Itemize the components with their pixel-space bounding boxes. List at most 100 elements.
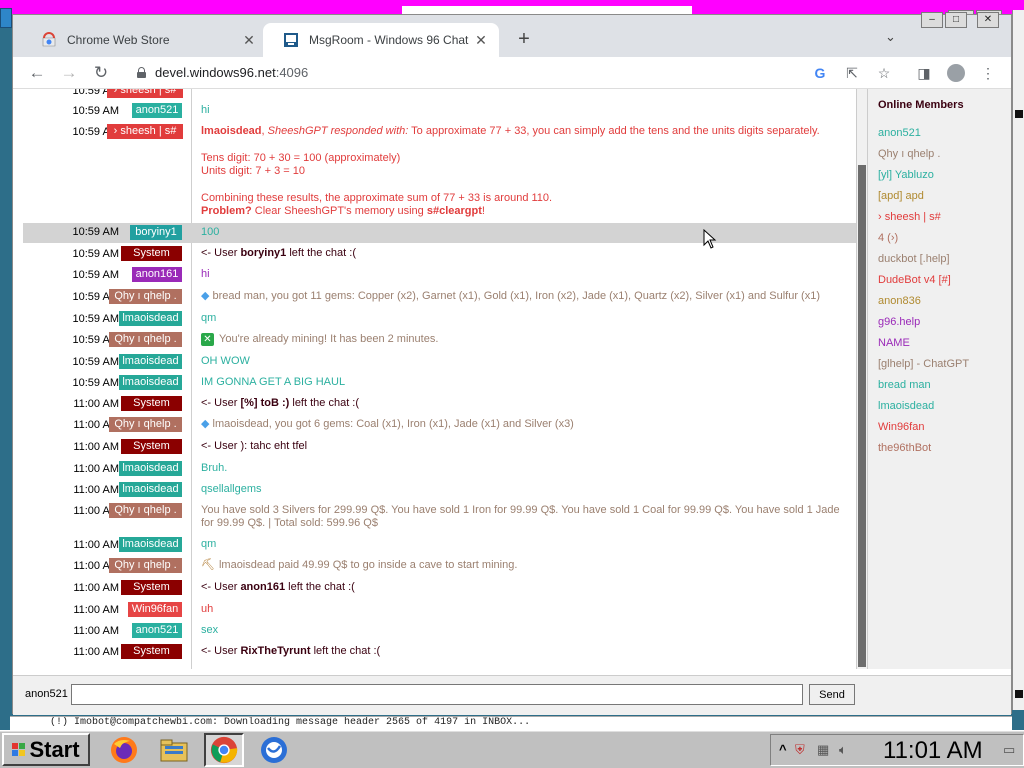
background-window[interactable] bbox=[1012, 10, 1024, 710]
file-explorer-icon[interactable] bbox=[158, 734, 190, 766]
message-text: qsellallgems bbox=[201, 483, 262, 495]
pickaxe-icon: ⛏ bbox=[201, 559, 215, 571]
message-nick[interactable]: System bbox=[121, 439, 182, 454]
message-nick[interactable]: lmaoisdead bbox=[119, 537, 182, 552]
minimize-icon[interactable]: – bbox=[921, 12, 943, 28]
reload-icon[interactable]: ↻ bbox=[91, 63, 111, 83]
tab-search-icon[interactable]: ⌄ bbox=[885, 29, 896, 45]
message-text: ⛏ lmaoisdead paid 49.99 Q$ to go inside a… bbox=[201, 559, 518, 571]
forward-icon[interactable]: → bbox=[59, 63, 79, 83]
chat-message: 11:00 AM Qhy ı qhelp . ◆ lmaoisdead, you… bbox=[23, 417, 856, 435]
message-nick[interactable]: lmaoisdead bbox=[119, 482, 182, 497]
message-nick[interactable]: System bbox=[121, 644, 182, 659]
message-nick[interactable]: System bbox=[121, 580, 182, 595]
back-icon[interactable]: ← bbox=[27, 63, 47, 83]
send-button[interactable]: Send bbox=[809, 684, 855, 705]
tab-msgroom[interactable]: MsgRoom - Windows 96 Chat ✕ bbox=[263, 23, 499, 57]
share-icon[interactable]: ⇱ bbox=[843, 64, 861, 82]
message-time: 10:59 AM bbox=[72, 377, 119, 389]
tab-chrome-web-store[interactable]: Chrome Web Store ✕ bbox=[21, 23, 267, 57]
app-icon-blue[interactable] bbox=[258, 734, 290, 766]
chevron-up-icon[interactable]: ^ bbox=[779, 742, 787, 757]
message-nick[interactable]: › sheesh | s# bbox=[107, 124, 183, 139]
member-item[interactable]: anon521 bbox=[878, 127, 921, 139]
security-icon[interactable]: ⛨ bbox=[795, 742, 805, 758]
chat-log[interactable]: 10:59 AM › sheesh | s# 10:59 AM anon521 … bbox=[23, 89, 857, 669]
close-window-icon[interactable]: ✕ bbox=[977, 12, 999, 28]
message-time: 11:00 AM bbox=[73, 505, 119, 517]
message-nick[interactable]: System bbox=[121, 396, 182, 411]
message-nick[interactable]: lmaoisdead bbox=[119, 354, 182, 369]
chat-message: 11:00 AM lmaoisdead qm bbox=[23, 537, 856, 555]
message-nick[interactable]: anon161 bbox=[132, 267, 182, 282]
member-item[interactable]: DudeBot v4 [#] bbox=[878, 274, 951, 286]
chat-message: 11:00 AM lmaoisdead Bruh. bbox=[23, 461, 856, 479]
message-nick[interactable]: anon521 bbox=[132, 623, 182, 638]
member-item[interactable]: Qhy ı qhelp . bbox=[878, 148, 940, 160]
message-nick[interactable]: boryiny1 bbox=[130, 225, 182, 240]
member-item[interactable]: [yl] Yabluzo bbox=[878, 169, 934, 181]
tab-title: MsgRoom - Windows 96 Chat bbox=[309, 33, 469, 47]
message-time: 10:59 AM bbox=[72, 248, 119, 260]
desktop-icon[interactable] bbox=[0, 8, 12, 28]
background-window-fragment bbox=[402, 6, 692, 14]
message-nick[interactable]: Qhy ı qhelp . bbox=[109, 558, 182, 573]
message-nick[interactable]: Qhy ı qhelp . bbox=[109, 417, 182, 432]
chat-scrollbar-thumb[interactable] bbox=[858, 165, 866, 667]
member-item[interactable]: [apd] apd bbox=[878, 190, 924, 202]
message-nick[interactable]: Win96fan bbox=[128, 602, 182, 617]
message-text: ◆ bread man, you got 11 gems: Copper (x2… bbox=[201, 290, 820, 302]
mention: lmaoisdead bbox=[201, 125, 262, 137]
clock[interactable]: 11:01 AM bbox=[883, 737, 983, 765]
member-item[interactable]: bread man bbox=[878, 379, 931, 391]
firefox-icon[interactable] bbox=[108, 734, 140, 766]
current-username[interactable]: anon521 bbox=[25, 688, 68, 700]
message-nick[interactable]: lmaoisdead bbox=[119, 461, 182, 476]
message-nick[interactable]: lmaoisdead bbox=[119, 311, 182, 326]
maximize-icon[interactable]: □ bbox=[945, 12, 967, 28]
network-icon[interactable]: ▦ bbox=[817, 742, 829, 758]
google-translate-icon[interactable]: G bbox=[811, 64, 829, 82]
message-nick[interactable]: Qhy ı qhelp . bbox=[109, 503, 182, 518]
volume-icon[interactable]: 🔈︎ bbox=[839, 742, 847, 758]
member-item[interactable]: Win96fan bbox=[878, 421, 924, 433]
message-input[interactable] bbox=[71, 684, 803, 705]
menu-kebab-icon[interactable]: ⋮ bbox=[979, 64, 997, 82]
member-item[interactable]: [glhelp] - ChatGPT bbox=[878, 358, 969, 370]
member-item[interactable]: lmaoisdead bbox=[878, 400, 934, 412]
taskbar-active-app[interactable] bbox=[204, 733, 244, 767]
message-nick[interactable]: Qhy ı qhelp . bbox=[109, 332, 182, 347]
message-nick[interactable]: Qhy ı qhelp . bbox=[109, 289, 182, 304]
message-nick[interactable]: › sheesh | s# bbox=[107, 89, 183, 98]
member-item[interactable]: duckbot [.help] bbox=[878, 253, 950, 265]
message-time: 10:59 AM bbox=[72, 313, 119, 325]
close-icon[interactable]: ✕ bbox=[473, 32, 489, 49]
message-time: 10:59 AM bbox=[72, 105, 119, 117]
member-item[interactable]: anon836 bbox=[878, 295, 921, 307]
member-item[interactable]: g96.help bbox=[878, 316, 920, 328]
message-nick[interactable]: System bbox=[121, 246, 182, 261]
notification-icon[interactable]: ▭ bbox=[1003, 742, 1015, 758]
taskbar: Start ^ ⛨ ▦ 🔈︎ 11:01 AM ▭ bbox=[0, 730, 1024, 768]
new-tab-icon[interactable]: + bbox=[513, 29, 535, 49]
message-text: 100 bbox=[201, 226, 220, 238]
member-item[interactable]: NAME bbox=[878, 337, 910, 349]
message-text: <- User ): tahc eht tfel bbox=[201, 440, 308, 452]
side-panel-icon[interactable]: ◨ bbox=[915, 64, 933, 82]
lock-icon[interactable] bbox=[137, 67, 146, 78]
member-item[interactable]: › sheesh | s# bbox=[878, 211, 941, 223]
message-nick[interactable]: anon521 bbox=[132, 103, 182, 118]
bookmark-star-icon[interactable]: ☆ bbox=[875, 64, 893, 82]
message-nick[interactable]: lmaoisdead bbox=[119, 375, 182, 390]
message-time: 11:00 AM bbox=[73, 419, 119, 431]
address-bar[interactable]: devel.windows96.net:4096 bbox=[155, 65, 308, 80]
message-time: 11:00 AM bbox=[73, 441, 119, 453]
gem-icon: ◆ bbox=[201, 290, 210, 302]
chat-scrollbar[interactable] bbox=[857, 89, 867, 669]
profile-avatar-icon[interactable] bbox=[947, 64, 965, 82]
member-item[interactable]: 4 (›) bbox=[878, 232, 898, 244]
bot-response-line: Tens digit: 70 + 30 = 100 (approximately… bbox=[201, 152, 401, 164]
member-item[interactable]: the96thBot bbox=[878, 442, 931, 454]
close-icon[interactable]: ✕ bbox=[241, 32, 257, 49]
start-button[interactable]: Start bbox=[2, 733, 90, 766]
